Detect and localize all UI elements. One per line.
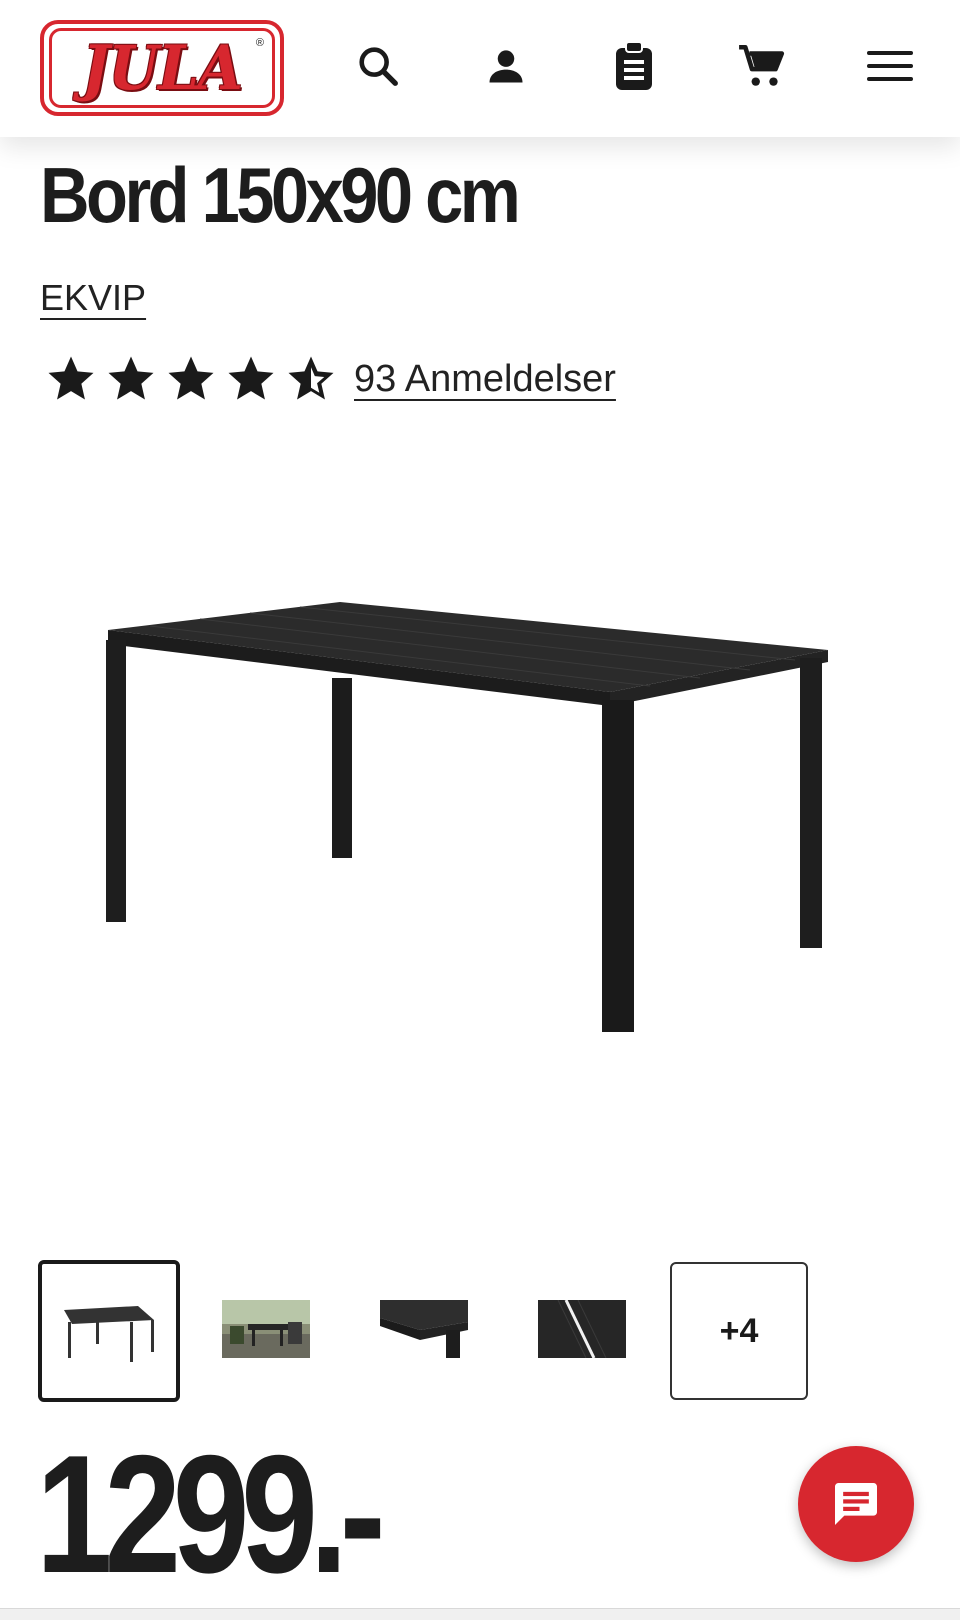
product-image-table[interactable] [90, 600, 870, 1080]
thumbnail-surface-detail[interactable] [538, 1299, 626, 1359]
menu-icon[interactable] [864, 40, 916, 92]
rating-stars[interactable] [44, 352, 338, 406]
star-full-icon [108, 356, 154, 400]
star-full-icon [168, 356, 214, 400]
product-title: Bord 150x90 cm [40, 151, 521, 239]
brand-link[interactable]: EKVIP [40, 277, 146, 319]
logo-frame: JULA ® [49, 28, 275, 108]
jula-logo[interactable]: JULA ® [40, 20, 284, 116]
search-icon[interactable] [352, 40, 404, 92]
star-half-icon [288, 356, 334, 400]
top-navigation-bar: JULA ® [0, 0, 960, 137]
more-images-button[interactable]: +4 [670, 1262, 808, 1400]
cart-icon[interactable] [736, 40, 788, 92]
thumbnail-corner-detail[interactable] [380, 1300, 468, 1358]
more-images-label: +4 [719, 1311, 759, 1350]
bottom-divider [0, 1608, 960, 1620]
logo-text: JULA [82, 32, 243, 104]
registered-mark: ® [255, 37, 264, 49]
chat-button[interactable] [798, 1446, 914, 1562]
thumbnail-table[interactable] [38, 1260, 180, 1402]
product-price: 1299.- [36, 1420, 386, 1608]
chat-icon [835, 1483, 877, 1525]
thumbnail-garden-scene[interactable] [222, 1300, 310, 1358]
clipboard-list-icon[interactable] [608, 40, 660, 92]
account-icon[interactable] [480, 40, 532, 92]
star-full-icon [48, 356, 94, 400]
reviews-link[interactable]: 93 Anmeldelser [354, 358, 616, 401]
star-full-icon [228, 356, 274, 400]
